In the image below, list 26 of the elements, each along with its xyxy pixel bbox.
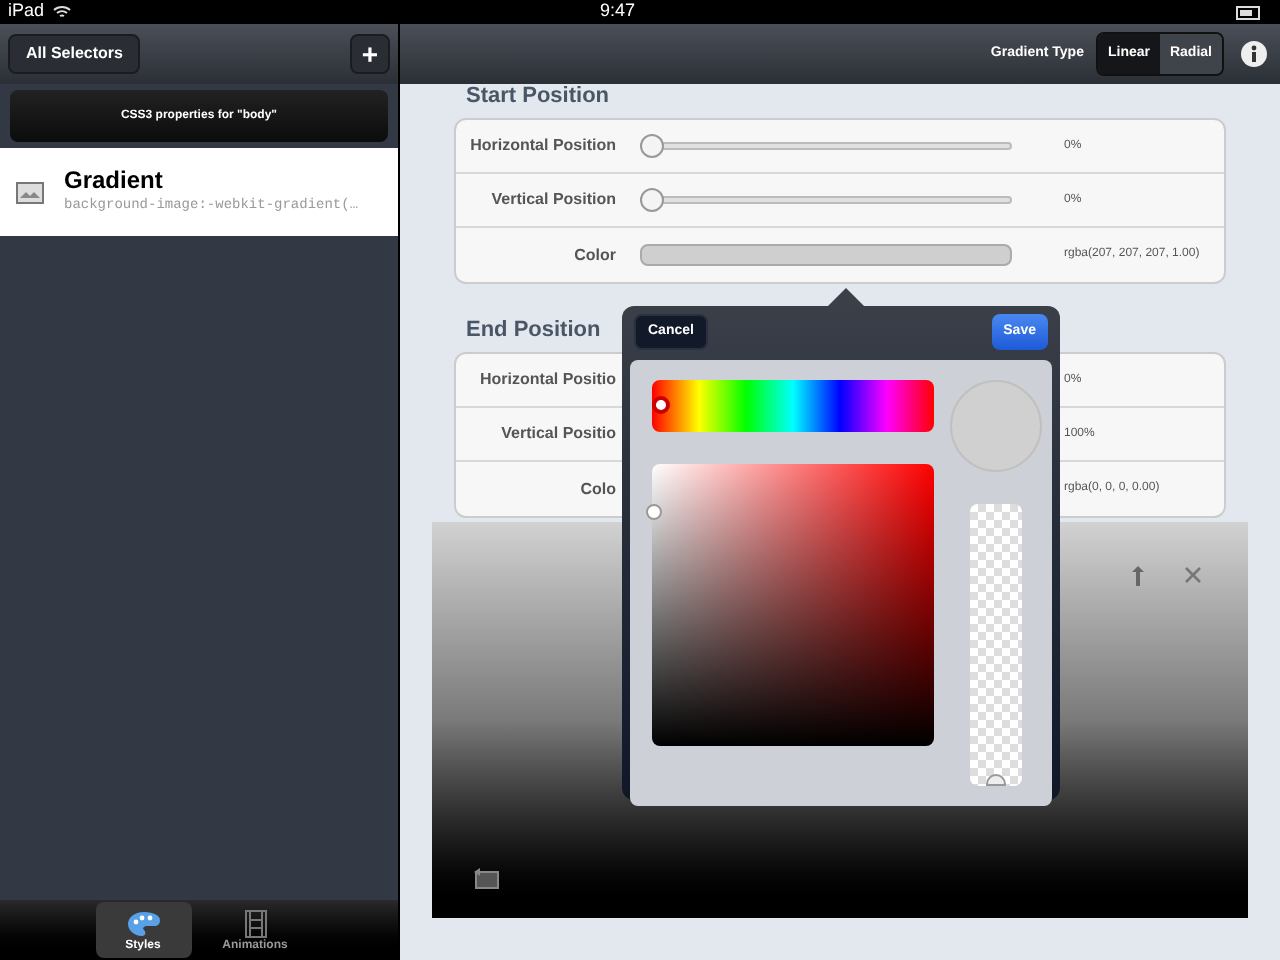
- hue-slider[interactable]: [652, 380, 934, 432]
- wifi-icon: [52, 4, 73, 20]
- alpha-slider[interactable]: [970, 504, 1022, 786]
- section-title: End Position: [466, 320, 601, 342]
- section-title: Start Position: [466, 86, 610, 108]
- item-title: Gradient: [64, 166, 165, 197]
- row-label: Horizontal Positio: [478, 368, 616, 392]
- row-label: Colo: [578, 477, 616, 501]
- row-label: Vertical Position: [489, 188, 616, 212]
- row-label: Horizontal Position: [468, 134, 616, 158]
- info-icon[interactable]: [1240, 40, 1268, 68]
- row-label: Vertical Positio: [499, 422, 616, 446]
- clock: 9:47: [600, 0, 636, 25]
- saturation-square[interactable]: [652, 464, 934, 746]
- row-label: Color: [572, 243, 616, 267]
- film-icon: [243, 910, 267, 938]
- close-icon[interactable]: [1184, 566, 1202, 584]
- slider[interactable]: [640, 188, 1012, 212]
- add-button[interactable]: +: [350, 34, 390, 74]
- slider[interactable]: [640, 134, 1012, 158]
- popover-arrow: [826, 288, 866, 308]
- back-button[interactable]: All Selectors: [8, 34, 141, 74]
- color-swatch[interactable]: [640, 244, 1012, 266]
- palette-icon: [125, 910, 161, 938]
- battery-icon: [1236, 5, 1264, 19]
- carrier: iPad: [8, 0, 45, 25]
